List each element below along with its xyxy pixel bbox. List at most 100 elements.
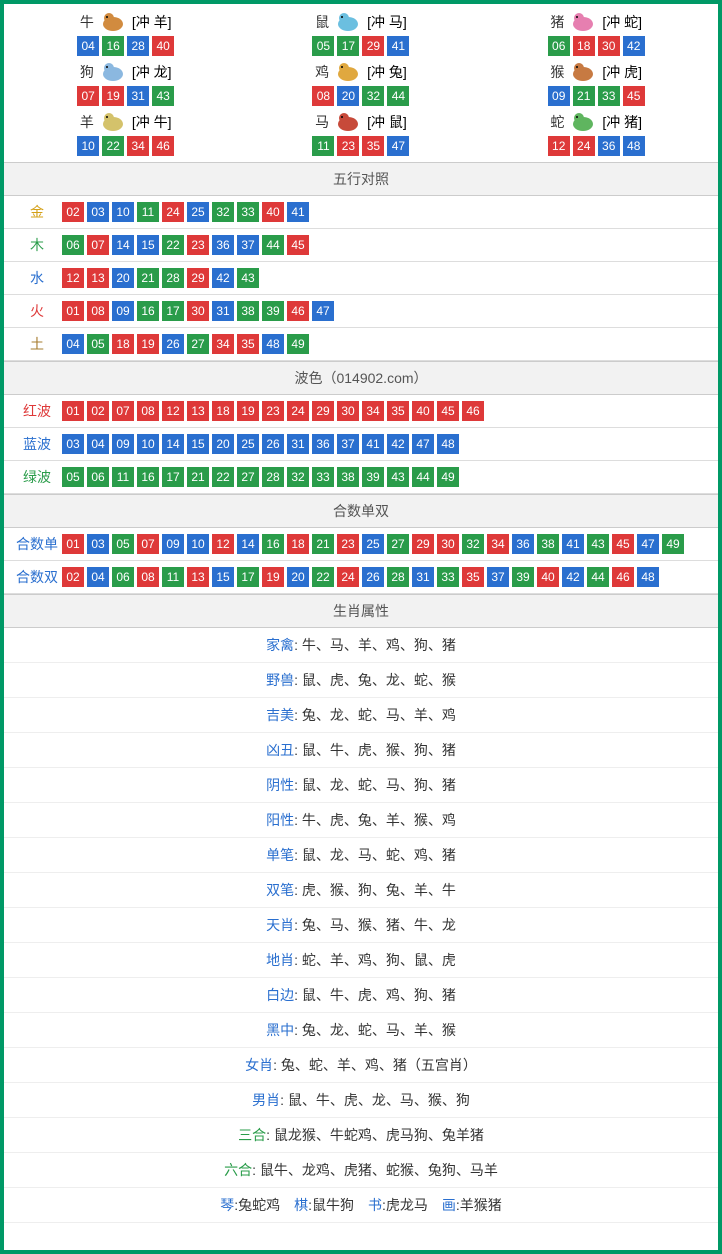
attr-row: 地肖: 蛇、羊、鸡、狗、鼠、虎 [4, 943, 718, 978]
number-ball: 31 [212, 301, 234, 321]
number-ball: 23 [262, 401, 284, 421]
row-label: 水 [12, 268, 62, 288]
number-ball: 22 [312, 567, 334, 587]
attr-value: 兔、龙、蛇、马、羊、鸡 [302, 707, 456, 723]
bose-header: 波色（014902.com） [4, 361, 718, 395]
number-ball: 12 [548, 136, 570, 156]
number-ball: 31 [287, 434, 309, 454]
wuxing-table: 金02031011242532334041木060714152223363744… [4, 196, 718, 361]
number-ball: 26 [262, 434, 284, 454]
number-ball: 44 [587, 567, 609, 587]
zodiac-clash: [冲 虎] [602, 62, 642, 82]
number-ball: 21 [137, 268, 159, 288]
number-ball: 44 [262, 235, 284, 255]
zodiac-cell: 牛[冲 羊]04162840 [8, 8, 243, 58]
number-ball: 24 [162, 202, 184, 222]
number-ball: 10 [187, 534, 209, 554]
attr-header: 生肖属性 [4, 594, 718, 628]
number-ball: 06 [548, 36, 570, 56]
number-ball: 19 [237, 401, 259, 421]
number-ball: 34 [362, 401, 384, 421]
number-ball: 32 [362, 86, 384, 106]
number-ball: 38 [537, 534, 559, 554]
footer-value: 虎龙马 [386, 1197, 428, 1213]
table-row: 合数双0204060811131517192022242628313335373… [4, 561, 718, 594]
number-ball: 43 [237, 268, 259, 288]
number-ball: 18 [112, 334, 134, 354]
number-ball: 43 [152, 86, 174, 106]
number-ball: 13 [187, 567, 209, 587]
number-ball: 03 [87, 202, 109, 222]
number-ball: 02 [62, 567, 84, 587]
row-label: 蓝波 [12, 434, 62, 454]
number-ball: 07 [77, 86, 99, 106]
zodiac-clash: [冲 兔] [367, 62, 407, 82]
number-ball: 19 [262, 567, 284, 587]
number-ball: 08 [137, 567, 159, 587]
attr-key: 双笔 [266, 882, 294, 898]
attr-key: 凶丑 [266, 742, 294, 758]
number-ball: 32 [462, 534, 484, 554]
zodiac-cell: 猴[冲 虎]09213345 [479, 58, 714, 108]
number-ball: 18 [212, 401, 234, 421]
number-ball: 37 [237, 235, 259, 255]
number-ball: 07 [87, 235, 109, 255]
number-ball: 14 [237, 534, 259, 554]
number-ball: 31 [412, 567, 434, 587]
table-row: 土04051819262734354849 [4, 328, 718, 361]
number-ball: 24 [337, 567, 359, 587]
number-ball: 09 [112, 301, 134, 321]
number-ball: 45 [612, 534, 634, 554]
number-ball: 25 [187, 202, 209, 222]
number-ball: 22 [162, 235, 184, 255]
attr-key: 阴性 [266, 777, 294, 793]
zodiac-cell: 蛇[冲 猪]12243648 [479, 108, 714, 158]
zodiac-name: 鼠 [315, 12, 329, 32]
number-ball: 34 [212, 334, 234, 354]
number-ball: 46 [287, 301, 309, 321]
number-ball: 39 [262, 301, 284, 321]
attr-row: 天肖: 兔、马、猴、猪、牛、龙 [4, 908, 718, 943]
attr-key: 黑中 [266, 1022, 294, 1038]
number-ball: 02 [62, 202, 84, 222]
number-ball: 28 [387, 567, 409, 587]
row-label: 红波 [12, 401, 62, 421]
number-ball: 47 [637, 534, 659, 554]
row-label: 土 [12, 334, 62, 354]
attr-row: 黑中: 兔、龙、蛇、马、羊、猴 [4, 1013, 718, 1048]
attr-key: 单笔 [266, 847, 294, 863]
number-ball: 28 [262, 467, 284, 487]
zodiac-name: 牛 [80, 12, 94, 32]
number-ball: 37 [337, 434, 359, 454]
number-ball: 13 [87, 268, 109, 288]
number-ball: 29 [187, 268, 209, 288]
attr-key: 吉美 [266, 707, 294, 723]
number-ball: 28 [127, 36, 149, 56]
attr-key: 白边 [266, 987, 294, 1003]
number-ball: 11 [312, 136, 334, 156]
attr-row: 六合: 鼠牛、龙鸡、虎猪、蛇猴、兔狗、马羊 [4, 1153, 718, 1188]
zodiac-icon [333, 110, 363, 134]
number-ball: 29 [412, 534, 434, 554]
number-ball: 12 [212, 534, 234, 554]
zodiac-clash: [冲 牛] [132, 112, 172, 132]
number-ball: 21 [312, 534, 334, 554]
zodiac-cell: 马[冲 鼠]11233547 [243, 108, 478, 158]
footer-key: 琴 [220, 1197, 234, 1213]
zodiac-name: 马 [315, 112, 329, 132]
number-ball: 29 [362, 36, 384, 56]
zodiac-clash: [冲 蛇] [602, 12, 642, 32]
number-ball: 23 [337, 136, 359, 156]
number-ball: 23 [187, 235, 209, 255]
zodiac-icon [568, 110, 598, 134]
number-ball: 36 [212, 235, 234, 255]
zodiac-name: 鸡 [315, 62, 329, 82]
zodiac-name: 蛇 [550, 112, 564, 132]
zodiac-icon [98, 60, 128, 84]
attr-value: 鼠、龙、马、蛇、鸡、猪 [302, 847, 456, 863]
attr-table: 家禽: 牛、马、羊、鸡、狗、猪野兽: 鼠、虎、兔、龙、蛇、猴吉美: 兔、龙、蛇、… [4, 628, 718, 1188]
number-ball: 38 [237, 301, 259, 321]
number-ball: 26 [362, 567, 384, 587]
attr-row: 双笔: 虎、猴、狗、兔、羊、牛 [4, 873, 718, 908]
table-row: 蓝波03040910141520252631363741424748 [4, 428, 718, 461]
